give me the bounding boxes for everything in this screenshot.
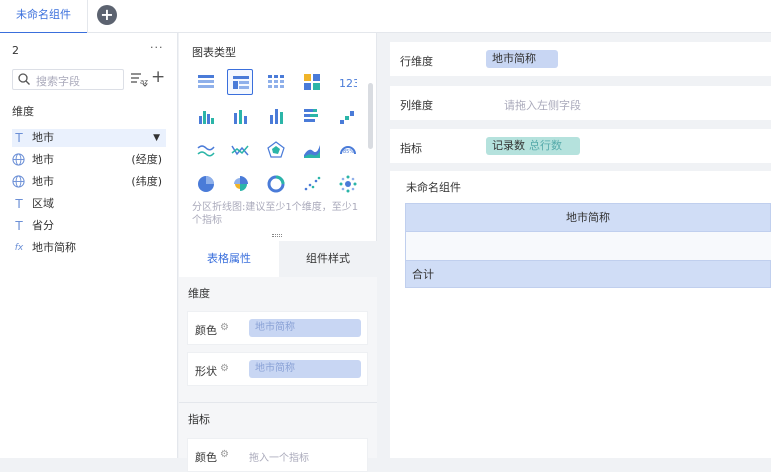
- radar-chart-icon[interactable]: [263, 137, 289, 163]
- cross-table: 地市简称 合计: [405, 203, 771, 288]
- row-dimension-chip[interactable]: 地市简称: [486, 50, 558, 68]
- kpi-number-icon[interactable]: 123: [335, 69, 361, 95]
- bar-chart-icon[interactable]: [227, 103, 253, 129]
- table-row: [405, 232, 771, 260]
- dimension-title: 维度: [12, 105, 34, 118]
- tab-bar: 未命名组件 +: [0, 0, 771, 34]
- shape-field-chip[interactable]: 地市简称: [249, 360, 361, 378]
- chart-config-panel: 图表类型 123 85% 分区折线图:建议至少1个维度，至少1个指标 表格属性 …: [179, 33, 377, 472]
- heatmap-table-icon[interactable]: [299, 69, 325, 95]
- pie-chart-icon[interactable]: [193, 171, 219, 197]
- divider: [179, 402, 377, 403]
- add-field-icon[interactable]: +: [151, 67, 165, 87]
- component-title[interactable]: 未命名组件: [406, 179, 461, 195]
- detail-table-icon[interactable]: [263, 69, 289, 95]
- field-item[interactable]: T 省分: [12, 217, 166, 235]
- table-header-cell[interactable]: 地市简称: [405, 203, 771, 232]
- property-tabs: 表格属性 组件样式: [179, 241, 377, 277]
- grouped-bar-icon[interactable]: [193, 103, 219, 129]
- dimension-section-title: 维度: [188, 287, 210, 300]
- shape-property-row: 形状 ⚙ 地市简称: [187, 352, 368, 386]
- text-type-icon: T: [15, 219, 23, 233]
- field-item[interactable]: 地市 (经度): [12, 151, 166, 169]
- metric-shelf: 指标 记录数 总行数: [390, 129, 771, 163]
- scatter-chart-icon[interactable]: [299, 171, 325, 197]
- canvas-area: 行维度 地市简称 列维度 请拖入左侧字段 指标 记录数 总行数 未命名组件 地市简…: [378, 33, 771, 458]
- cross-table-icon[interactable]: [227, 69, 253, 95]
- gear-icon[interactable]: ⚙: [220, 322, 229, 333]
- field-panel: 2 ··· 搜索字段 az + 维度 T 地市 ▼ 地市 (经度) 地市 (纬度…: [0, 33, 178, 458]
- globe-icon: [12, 153, 25, 166]
- gear-icon[interactable]: ⚙: [220, 449, 229, 460]
- more-icon[interactable]: ···: [150, 41, 164, 54]
- component-canvas: 未命名组件 地市简称 合计: [390, 171, 771, 458]
- search-icon: [18, 73, 30, 85]
- search-placeholder: 搜索字段: [36, 75, 80, 88]
- tab-table-properties[interactable]: 表格属性: [179, 241, 279, 277]
- tab-unnamed-component[interactable]: 未命名组件: [0, 0, 88, 34]
- svg-text:123: 123: [339, 77, 357, 90]
- chart-type-hint: 分区折线图:建议至少1个维度，至少1个指标: [192, 202, 359, 226]
- line-chart-icon[interactable]: [227, 137, 253, 163]
- field-item[interactable]: T 地市 ▼: [12, 129, 166, 147]
- plus-circle-icon[interactable]: +: [97, 5, 117, 25]
- stacked-bar-icon[interactable]: [299, 103, 325, 129]
- gauge-chart-icon[interactable]: 85%: [335, 137, 361, 163]
- field-item[interactable]: T 区域: [12, 195, 166, 213]
- column-dimension-shelf: 列维度 请拖入左侧字段: [390, 86, 771, 120]
- multi-line-icon[interactable]: [193, 137, 219, 163]
- metric-chip[interactable]: 记录数 总行数: [486, 137, 580, 155]
- table-chart-icon[interactable]: [193, 69, 219, 95]
- dataset-name[interactable]: 2: [12, 44, 19, 57]
- formula-icon: fx: [14, 243, 24, 253]
- metric-section-title: 指标: [188, 413, 210, 426]
- field-item[interactable]: fx 地市简称: [12, 239, 166, 257]
- svg-text:85%: 85%: [343, 149, 354, 155]
- color-property-row: 颜色 ⚙ 地市简称: [187, 311, 368, 345]
- waterfall-chart-icon[interactable]: [335, 103, 361, 129]
- dropdown-arrow-icon[interactable]: ▼: [153, 129, 160, 147]
- bubble-chart-icon[interactable]: [335, 171, 361, 197]
- chart-type-scrollbar[interactable]: [368, 83, 373, 149]
- metric-drop-zone[interactable]: 拖入一个指标: [249, 449, 309, 464]
- area-chart-icon[interactable]: [299, 137, 325, 163]
- tab-component-style[interactable]: 组件样式: [279, 241, 377, 277]
- table-total-row: 合计: [405, 260, 771, 288]
- column-chart-icon[interactable]: [263, 103, 289, 129]
- globe-icon: [12, 175, 25, 188]
- chart-type-title: 图表类型: [192, 46, 236, 59]
- gear-icon[interactable]: ⚙: [220, 363, 229, 374]
- donut-chart-icon[interactable]: [263, 171, 289, 197]
- text-type-icon: T: [15, 131, 23, 145]
- sort-filter-icon[interactable]: az: [130, 71, 148, 87]
- metric-color-row: 颜色 ⚙ 拖入一个指标: [187, 438, 368, 472]
- rose-chart-icon[interactable]: [227, 171, 253, 197]
- row-dimension-shelf: 行维度 地市简称: [390, 42, 771, 76]
- field-item[interactable]: 地市 (纬度): [12, 173, 166, 191]
- color-field-chip[interactable]: 地市简称: [249, 319, 361, 337]
- resize-handle-icon[interactable]: [272, 234, 282, 237]
- search-input[interactable]: 搜索字段: [12, 69, 124, 90]
- text-type-icon: T: [15, 197, 23, 211]
- column-drop-zone[interactable]: 请拖入左侧字段: [504, 97, 581, 113]
